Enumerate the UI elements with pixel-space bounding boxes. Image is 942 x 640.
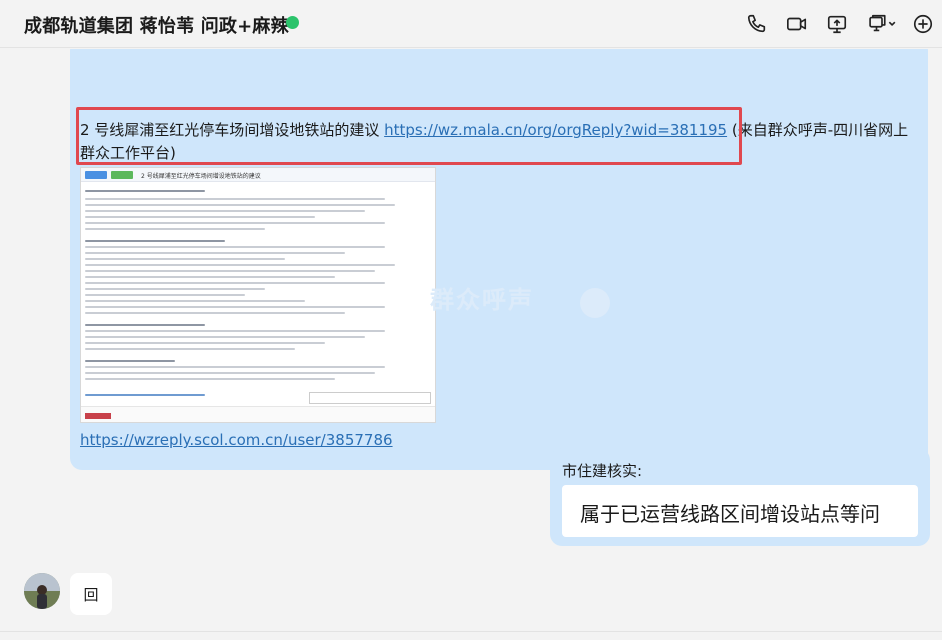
avatar[interactable]	[24, 573, 60, 609]
message-bubble-reply: 回	[70, 573, 112, 615]
document-text-line	[85, 222, 385, 224]
document-text-line	[85, 252, 345, 254]
document-reply-box	[309, 392, 431, 404]
add-icon[interactable]	[912, 13, 934, 35]
document-text-line	[85, 372, 375, 374]
message-bubble-verify: 市住建核实: 属于已运营线路区间增设站点等问	[550, 448, 930, 546]
document-text-line	[85, 216, 315, 218]
document-text-line	[85, 348, 295, 350]
document-text-line	[85, 276, 335, 278]
document-text-line	[85, 246, 385, 248]
document-text-line	[85, 258, 285, 260]
quote-card[interactable]: 属于已运营线路区间增设站点等问	[562, 485, 918, 537]
document-text-line	[85, 282, 385, 284]
document-text-line	[85, 210, 365, 212]
document-text-line	[85, 342, 325, 344]
document-text-line	[85, 264, 395, 266]
document-text-line	[85, 204, 395, 206]
document-text-line	[85, 240, 225, 242]
document-text-line	[85, 288, 265, 290]
input-divider	[0, 631, 942, 632]
document-text-line	[85, 312, 345, 314]
document-text-line	[85, 324, 205, 326]
document-text-line	[85, 336, 365, 338]
document-text-line	[85, 190, 205, 192]
document-header: 2 号线犀浦至红光停车场间增设地铁站的建议	[81, 168, 435, 182]
chat-title: 成都轨道集团 蒋怡苇 问政+麻辣	[24, 16, 289, 37]
document-text-line	[85, 394, 205, 396]
document-text-line	[85, 300, 305, 302]
document-footer	[81, 406, 435, 422]
more-devices-icon[interactable]	[866, 13, 898, 35]
doc-tag-green	[111, 171, 133, 179]
document-text-line	[85, 294, 245, 296]
document-text-line	[85, 306, 385, 308]
phone-icon[interactable]	[746, 13, 768, 35]
screen-share-icon[interactable]	[826, 13, 848, 35]
doc-tag-blue	[85, 171, 107, 179]
document-screenshot[interactable]: 2 号线犀浦至红光停车场间增设地铁站的建议	[80, 167, 436, 423]
online-status-dot	[286, 16, 299, 29]
reply-link[interactable]: https://wzreply.scol.com.cn/user/3857786	[80, 431, 393, 449]
document-text-line	[85, 360, 175, 362]
reply-text: 回	[83, 586, 99, 604]
document-title: 2 号线犀浦至红光停车场间增设地铁站的建议	[141, 173, 261, 180]
message-list[interactable]: 2 号线犀浦至红光停车场间增设地铁站的建议 https://wz.mala.cn…	[0, 49, 942, 640]
highlight-annotation	[76, 107, 742, 165]
document-text-line	[85, 330, 385, 332]
document-text-line	[85, 228, 265, 230]
watermark-text: 群众呼声	[430, 286, 534, 314]
document-footer-tag	[85, 413, 111, 419]
document-text-line	[85, 198, 385, 200]
chat-header: 成都轨道集团 蒋怡苇 问政+麻辣	[0, 0, 942, 48]
document-text-line	[85, 270, 375, 272]
message-bubble-share: 2 号线犀浦至红光停车场间增设地铁站的建议 https://wz.mala.cn…	[70, 49, 928, 470]
document-text-line	[85, 366, 385, 368]
quote-card-text: 属于已运营线路区间增设站点等问	[580, 502, 880, 526]
document-text-line	[85, 378, 335, 380]
watermark-badge	[580, 288, 610, 318]
verify-label: 市住建核实:	[562, 462, 643, 480]
video-icon[interactable]	[786, 13, 808, 35]
